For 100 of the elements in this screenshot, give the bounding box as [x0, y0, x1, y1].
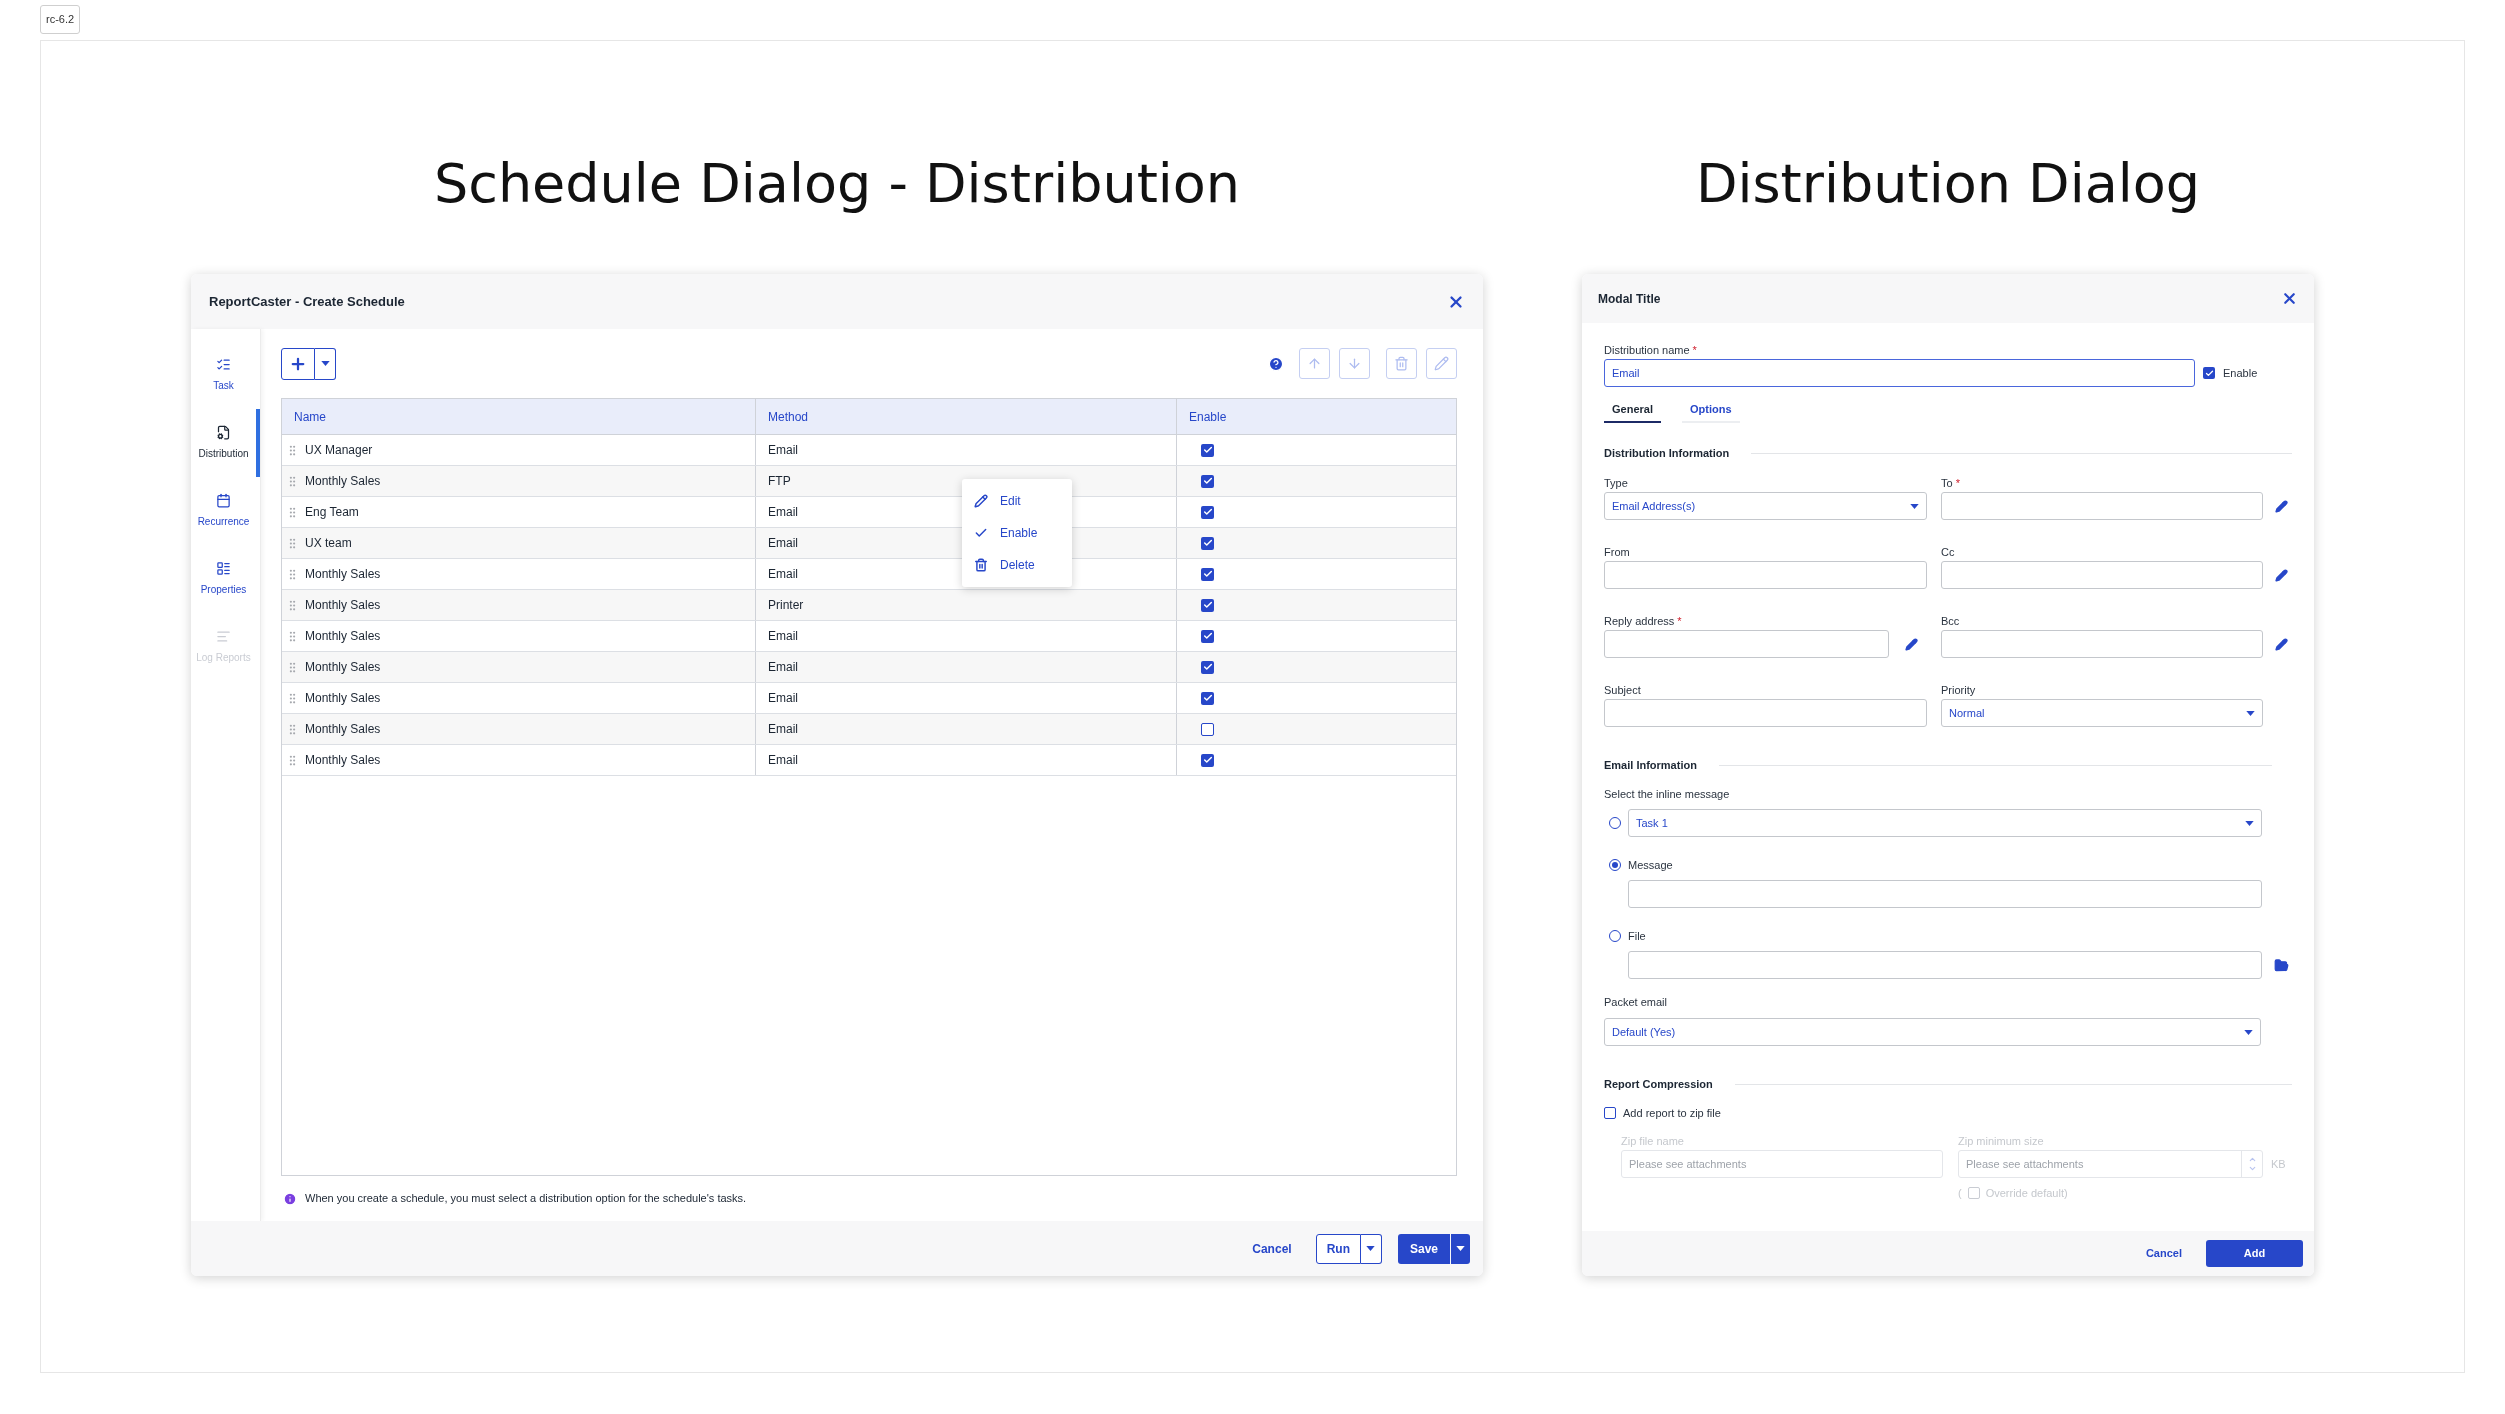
required-mark: * [1692, 342, 1697, 358]
cancel-button[interactable]: Cancel [2145, 1245, 2182, 1262]
add-dropdown-button[interactable] [315, 347, 336, 380]
section-heading: Email Information [1604, 757, 1697, 773]
field-label: Cc [1941, 544, 1955, 560]
edit-icon[interactable] [2275, 499, 2288, 513]
radio-button[interactable] [1609, 930, 1621, 942]
enable-checkbox[interactable] [1201, 722, 1214, 736]
folder-icon[interactable] [2274, 957, 2289, 973]
add-button[interactable]: Add [2206, 1240, 2303, 1267]
table-cell-text: Email [768, 566, 798, 583]
enable-checkbox[interactable] [1201, 753, 1214, 767]
table-cell-text: Email [768, 659, 798, 676]
close-icon[interactable] [2281, 290, 2298, 307]
enable-checkbox[interactable] [1201, 691, 1214, 705]
menu-item[interactable]: Enable [962, 517, 1072, 549]
input-field[interactable] [1604, 561, 1927, 589]
enable-checkbox[interactable] [1201, 567, 1214, 581]
input-field[interactable] [1604, 630, 1889, 658]
cancel-button[interactable]: Cancel [1244, 1239, 1300, 1258]
sidebar-item[interactable]: Properties [191, 545, 260, 613]
enable-checkbox[interactable] [1201, 536, 1214, 550]
unit-label: KB [2271, 1156, 2286, 1172]
field-label: Distribution name [1604, 342, 1690, 358]
version-tag: rc-6.2 [40, 5, 81, 34]
table-cell-text: Monthly Sales [305, 473, 381, 490]
table-cell-text: Email [768, 442, 798, 459]
field-label: Select the inline message [1604, 786, 1730, 802]
sidebar-item[interactable]: Task [191, 341, 260, 409]
checkbox-label: Override default) [1985, 1185, 2068, 1201]
edit-icon[interactable] [2275, 568, 2288, 582]
table-cell-text: Monthly Sales [305, 752, 381, 769]
enable-checkbox[interactable] [1201, 660, 1214, 674]
table-cell-text: Monthly Sales [305, 566, 381, 583]
dialog-title: Modal Title [1598, 290, 1661, 308]
radio-label: File [1628, 928, 1646, 944]
table-cell-text: Email [768, 721, 798, 738]
enable-checkbox[interactable] [1201, 629, 1214, 643]
sidebar-item[interactable]: Distribution [191, 409, 260, 477]
field-label: Reply address [1604, 613, 1675, 629]
tab[interactable]: Options [1681, 397, 1740, 423]
section-heading: Distribution Dialog [1695, 151, 2201, 217]
select-field[interactable]: Default (Yes) [1604, 1018, 2261, 1046]
table-cell-text: Monthly Sales [305, 690, 381, 707]
input-field[interactable] [1941, 561, 2263, 589]
tab[interactable]: General [1604, 397, 1661, 423]
menu-item[interactable]: Edit [962, 485, 1072, 517]
caret-icon [1366, 1246, 1376, 1251]
column-header: Enable [1188, 408, 1228, 426]
help-icon[interactable] [1268, 355, 1284, 372]
save-button[interactable]: Save [1397, 1233, 1450, 1264]
table-cell-text: FTP [768, 473, 791, 490]
field-label: Subject [1604, 682, 1641, 698]
dialog-title: ReportCaster - Create Schedule [209, 292, 405, 311]
info-note: When you create a schedule, you must select a distribution option for the schedule's tasks. [305, 1191, 747, 1207]
checkbox-label: Enable [2223, 365, 2258, 381]
select-field[interactable]: Normal [1941, 699, 2263, 727]
field-label: From [1604, 544, 1630, 560]
section-heading: Report Compression [1604, 1076, 1713, 1092]
table-cell-text: Email [768, 504, 798, 521]
edit-icon[interactable] [2275, 637, 2288, 651]
required-mark: * [1677, 613, 1682, 629]
radio-button[interactable] [1609, 817, 1621, 829]
checkbox-label: Add report to zip file [1623, 1105, 1721, 1121]
edit-icon[interactable] [1905, 637, 1918, 651]
info-icon [283, 1191, 297, 1206]
recurrence-icon [216, 493, 231, 508]
radio-label: Message [1628, 857, 1673, 873]
input-field[interactable] [1628, 951, 2262, 979]
table-cell-text: Email [768, 535, 798, 552]
enable-checkbox[interactable] [2203, 367, 2215, 379]
enable-checkbox[interactable] [1201, 598, 1214, 612]
enable-checkbox[interactable] [1201, 474, 1214, 488]
sidebar-item[interactable]: Recurrence [191, 477, 260, 545]
add-button[interactable] [281, 347, 315, 380]
table-cell-text: Monthly Sales [305, 721, 381, 738]
input-field[interactable] [1604, 699, 1927, 727]
save-dropdown-button[interactable] [1451, 1233, 1470, 1264]
caret-icon [2246, 710, 2255, 716]
select-field[interactable]: Task 1 [1628, 809, 2262, 837]
section-heading: Schedule Dialog - Distribution [433, 151, 1241, 217]
input-field[interactable] [1941, 492, 2263, 520]
input-field[interactable] [1941, 630, 2263, 658]
menu-item[interactable]: Delete [962, 549, 1072, 581]
run-dropdown-button[interactable] [1360, 1233, 1382, 1264]
select-field[interactable]: Email Address(s) [1604, 492, 1927, 520]
run-button[interactable]: Run [1315, 1233, 1361, 1264]
task-icon [216, 357, 231, 372]
pencil-icon [974, 494, 988, 508]
field-label: Zip file name [1621, 1133, 1684, 1149]
caret-icon [2245, 820, 2254, 826]
distribution-name-field[interactable]: Email [1604, 359, 2195, 387]
input-field[interactable] [1628, 880, 2262, 908]
field-label: Priority [1941, 682, 1976, 698]
field-label: Type [1604, 475, 1628, 491]
zip-checkbox[interactable] [1604, 1107, 1616, 1119]
section-heading: Distribution Information [1604, 445, 1730, 461]
enable-checkbox[interactable] [1201, 505, 1214, 519]
enable-checkbox[interactable] [1201, 443, 1214, 457]
table-cell-text: Printer [768, 597, 804, 614]
